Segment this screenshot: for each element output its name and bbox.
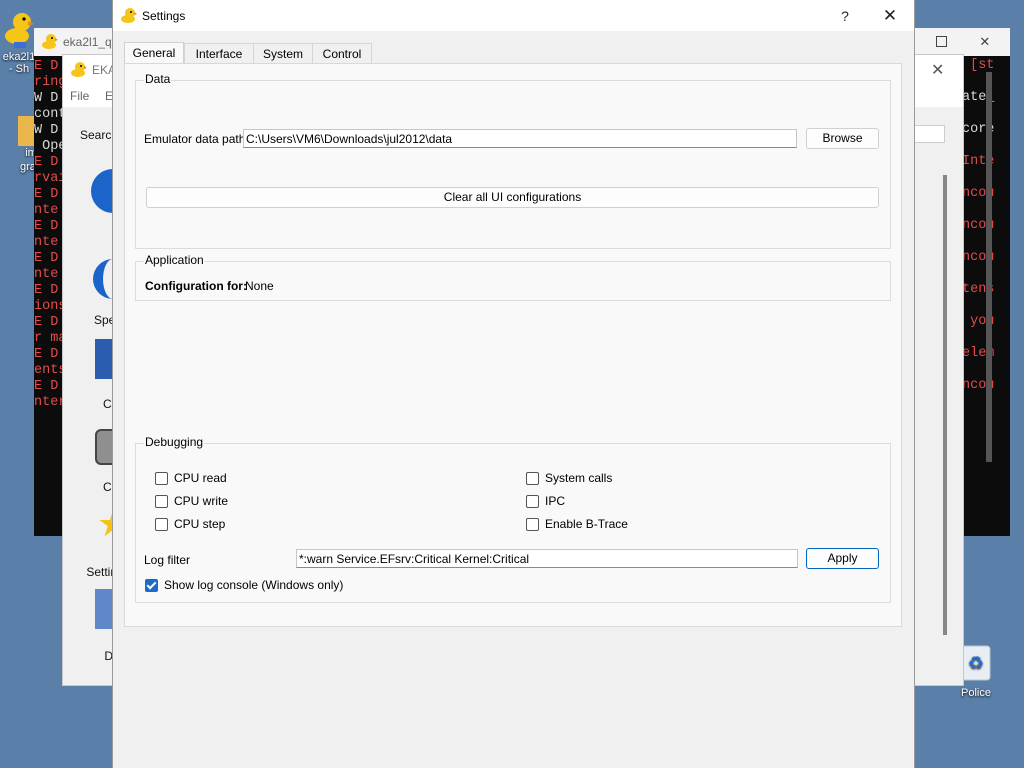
console-line: E D: [34, 251, 59, 266]
checkbox-box[interactable]: [145, 578, 158, 592]
data-path-label: Emulator data path: [144, 132, 246, 146]
application-group-title: Application: [144, 253, 205, 267]
console-line: W D: [34, 91, 59, 106]
console-scrollbar[interactable]: [986, 72, 992, 462]
desktop-icon-eka2l1[interactable]: eka2l1 - Sh: [2, 8, 36, 75]
clear-ui-config-button[interactable]: Clear all UI configurations: [146, 187, 879, 208]
cpu-step-checkbox[interactable]: CPU step: [155, 517, 225, 531]
checkbox-label: Show log console (Windows only): [164, 578, 344, 592]
console-line: E D: [34, 219, 59, 234]
general-tab-panel: Data Emulator data path C:\Users\VM6\Dow…: [124, 63, 902, 627]
desktop-icon-label: eka2l1 - Sh: [2, 51, 36, 75]
checkbox-box[interactable]: [155, 471, 168, 485]
console-line: E D: [34, 379, 59, 394]
console-line: W D: [34, 123, 59, 138]
log-filter-field[interactable]: *:warn Service.EFsrv:Critical Kernel:Cri…: [296, 549, 798, 568]
cpu-read-checkbox[interactable]: CPU read: [155, 471, 227, 485]
checkbox-box[interactable]: [526, 517, 539, 531]
console-line: nte: [34, 203, 59, 218]
close-icon[interactable]: ✕: [980, 31, 990, 51]
main-scrollbar[interactable]: [943, 175, 947, 635]
checkbox-box[interactable]: [155, 494, 168, 508]
recycle-bin-icon: ♻: [961, 645, 991, 681]
settings-title: Settings: [142, 9, 186, 23]
checkbox-label: System calls: [545, 471, 613, 485]
duck-icon: [121, 8, 137, 23]
apply-button[interactable]: Apply: [806, 548, 879, 569]
tab-general[interactable]: General: [124, 42, 184, 64]
duck-icon: [5, 13, 34, 48]
browse-button[interactable]: Browse: [806, 128, 879, 149]
settings-titlebar: Settings ? ✕: [113, 0, 914, 31]
checkbox-label: CPU write: [174, 494, 229, 508]
checkbox-label: Enable B-Trace: [545, 517, 628, 531]
enable-btrace-checkbox[interactable]: Enable B-Trace: [526, 517, 628, 531]
log-filter-label: Log filter: [144, 553, 191, 567]
console-line: E D: [34, 155, 59, 170]
debugging-group: Debugging CPU read CPU write CPU step Sy…: [135, 435, 891, 603]
ipc-checkbox[interactable]: IPC: [526, 494, 565, 508]
settings-dialog: Settings ? ✕ General Interface System Co…: [112, 0, 915, 768]
tab-system[interactable]: System: [253, 43, 313, 64]
console-line: E D: [34, 283, 59, 298]
debugging-group-title: Debugging: [144, 435, 205, 449]
console-line: E D: [34, 187, 59, 202]
checkbox-label: CPU read: [174, 471, 227, 485]
help-button[interactable]: ?: [822, 0, 868, 31]
console-line: E D: [34, 315, 59, 330]
maximize-icon[interactable]: [936, 36, 947, 47]
checkbox-box[interactable]: [155, 517, 168, 531]
menu-file[interactable]: File: [70, 89, 89, 103]
checkbox-box[interactable]: [526, 494, 539, 508]
svg-text:♻: ♻: [968, 653, 984, 674]
data-group-title: Data: [144, 72, 172, 86]
data-path-field[interactable]: C:\Users\VM6\Downloads\jul2012\data: [243, 129, 797, 148]
cpu-write-checkbox[interactable]: CPU write: [155, 494, 228, 508]
config-for-value: None: [245, 279, 274, 293]
console-line: E D: [34, 59, 59, 74]
system-calls-checkbox[interactable]: System calls: [526, 471, 612, 485]
application-group: Application Configuration for: None: [135, 253, 891, 301]
console-line: nte: [34, 235, 59, 250]
close-icon[interactable]: ✕: [931, 60, 944, 80]
duck-icon: [71, 62, 87, 77]
data-group: Data Emulator data path C:\Users\VM6\Dow…: [135, 72, 891, 249]
config-for-label: Configuration for:: [145, 279, 247, 293]
checkbox-box[interactable]: [526, 471, 539, 485]
close-button[interactable]: ✕: [867, 0, 913, 31]
main-search-field[interactable]: [913, 125, 945, 143]
console-line: E D: [34, 347, 59, 362]
duck-icon: [42, 34, 58, 49]
desktop-icon-label: Police: [961, 687, 991, 699]
checkbox-label: IPC: [545, 494, 566, 508]
console-title: eka2l1_qt: [63, 35, 116, 49]
tab-interface[interactable]: Interface: [184, 43, 254, 64]
show-log-console-checkbox[interactable]: Show log console (Windows only): [145, 578, 343, 592]
checkbox-label: CPU step: [174, 517, 226, 531]
console-line: nte: [34, 267, 59, 282]
tab-control[interactable]: Control: [312, 43, 372, 64]
